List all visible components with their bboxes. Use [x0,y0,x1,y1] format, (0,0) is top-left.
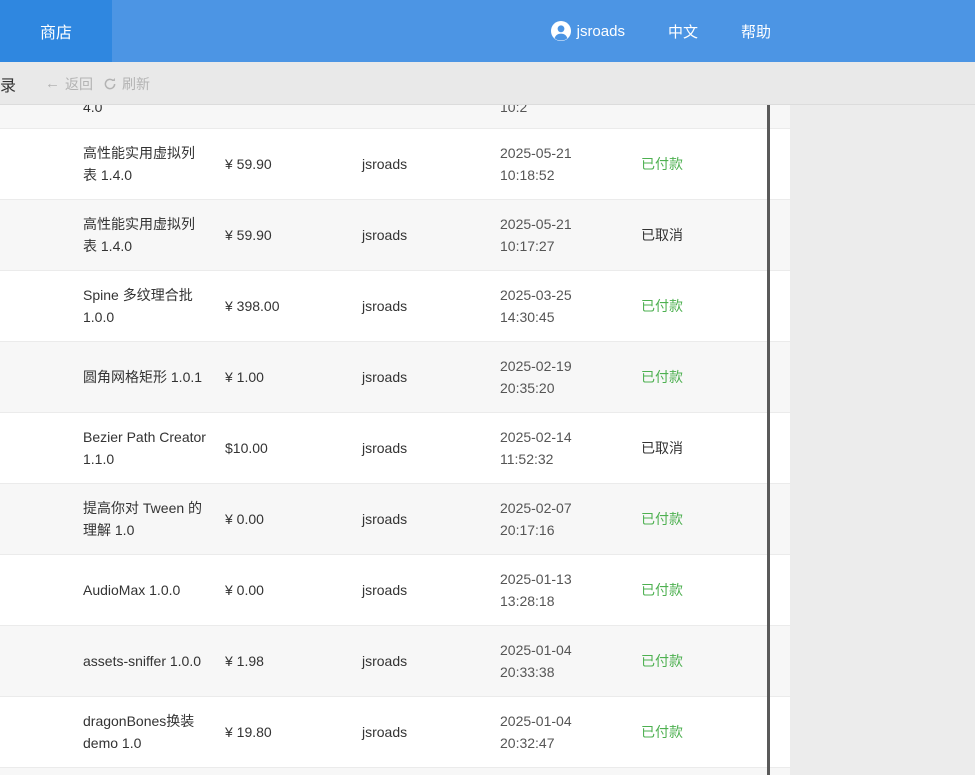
tab-store[interactable]: 商店 [0,0,112,62]
order-time: 20:17:16 [500,522,555,538]
user-name: jsroads [576,22,625,40]
order-price: ¥ 59.90 [225,156,272,172]
back-button-label: 返回 [65,75,93,92]
product-name: dragonBones换装 demo 1.0 [83,713,195,751]
table-row: 提高你对 Tween 的理解 1.0 ¥ 0.00 jsroads 2025-0… [0,484,790,555]
table-row: 圆角网格矩形 1.0.1 ¥ 1.00 jsroads 2025-02-19 2… [0,342,790,413]
user-menu[interactable]: jsroads [550,21,625,41]
order-user: jsroads [362,724,408,740]
order-price: $10.00 [225,440,268,456]
order-status-badge: 已取消 [641,227,683,243]
header-nav: jsroads 中文 帮助 [550,0,771,62]
refresh-icon [103,77,117,91]
order-time: 20:35:20 [500,380,555,396]
order-datetime: 2025-02-19 20:35:20 [500,355,610,399]
partial-bottom-row [0,768,790,775]
product-name: 高性能实用虚拟列表 1.4.0 [83,145,195,183]
order-date: 2025-05-21 [500,145,572,161]
product-name: AudioMax 1.0.0 [83,582,181,598]
table-row: Bezier Path Creator 1.1.0 $10.00 jsroads… [0,413,790,484]
purchase-record-title-fragment: 录 [0,77,17,95]
order-user: jsroads [362,227,408,243]
app-header: 商店 jsroads 中文 帮助 [0,0,975,62]
order-user: jsroads [362,582,408,598]
product-name: Spine 多纹理合批 1.0.0 [83,287,193,325]
partial-top-row: 4.0 10:2 [0,105,790,129]
order-date: 2025-05-21 [500,216,572,232]
order-price: ¥ 0.00 [225,582,264,598]
right-background [790,105,975,775]
language-switch[interactable]: 中文 [668,21,698,42]
vertical-scrollbar[interactable] [767,105,770,775]
partial-order-time: 10:2 [500,105,528,115]
help-label: 帮助 [740,23,771,41]
order-status-badge: 已取消 [641,440,683,456]
back-button[interactable]: ← 返回 [45,62,93,105]
help-link[interactable]: 帮助 [741,21,771,42]
table-row: 高性能实用虚拟列表 1.4.0 ¥ 59.90 jsroads 2025-05-… [0,129,790,200]
order-price: ¥ 19.80 [225,724,272,740]
refresh-button[interactable]: 刷新 [103,62,150,105]
order-date: 2025-01-13 [500,571,572,587]
order-status-badge: 已付款 [641,724,683,740]
store-tab-label: 商店 [39,25,72,42]
order-price: ¥ 59.90 [225,227,272,243]
order-user: jsroads [362,440,408,456]
user-avatar-icon [550,21,571,41]
order-time: 10:17:27 [500,238,555,254]
order-time: 20:33:38 [500,664,555,680]
order-date: 2025-01-04 [500,642,572,658]
order-datetime: 2025-01-04 20:32:47 [500,710,610,754]
order-date: 2025-01-04 [500,713,572,729]
order-time: 11:52:32 [500,451,554,467]
order-user: jsroads [362,369,408,385]
language-label: 中文 [667,23,698,41]
order-status-badge: 已付款 [641,156,683,172]
table-row: dragonBones换装 demo 1.0 ¥ 19.80 jsroads 2… [0,697,790,768]
product-name: 提高你对 Tween 的理解 1.0 [83,500,203,538]
order-datetime: 2025-01-04 20:33:38 [500,639,610,683]
order-time: 14:30:45 [500,309,555,325]
table-row: AudioMax 1.0.0 ¥ 0.00 jsroads 2025-01-13… [0,555,790,626]
order-status-badge: 已付款 [641,582,683,598]
order-price: ¥ 1.98 [225,653,264,669]
order-time: 20:32:47 [500,735,555,751]
order-user: jsroads [362,511,408,527]
refresh-button-label: 刷新 [122,75,150,92]
order-price: ¥ 0.00 [225,511,264,527]
product-name: assets-sniffer 1.0.0 [83,653,202,669]
order-datetime: 2025-05-21 10:17:27 [500,213,610,257]
order-date: 2025-03-25 [500,287,572,303]
order-date: 2025-02-19 [500,358,572,374]
order-user: jsroads [362,298,408,314]
order-status-badge: 已付款 [641,369,683,385]
order-datetime: 2025-05-21 10:18:52 [500,142,610,186]
partial-product-name: 4.0 [83,105,103,115]
order-user: jsroads [362,156,408,172]
order-status-badge: 已付款 [641,298,683,314]
order-datetime: 2025-02-07 20:17:16 [500,497,610,541]
order-time: 10:18:52 [500,167,555,183]
order-price: ¥ 1.00 [225,369,264,385]
toolbar: 录 ← 返回 刷新 [0,62,975,105]
order-datetime: 2025-02-14 11:52:32 [500,426,610,470]
orders-table: 高性能实用虚拟列表 1.4.0 ¥ 59.90 jsroads 2025-05-… [0,129,790,768]
order-status-badge: 已付款 [641,511,683,527]
product-name: 高性能实用虚拟列表 1.4.0 [83,216,195,254]
order-date: 2025-02-07 [500,500,572,516]
order-time: 13:28:18 [500,593,555,609]
order-date: 2025-02-14 [500,429,572,445]
orders-panel: 4.0 10:2 高性能实用虚拟列表 1.4.0 ¥ 59.90 jsroads… [0,105,790,775]
table-row: Spine 多纹理合批 1.0.0 ¥ 398.00 jsroads 2025-… [0,271,790,342]
order-user: jsroads [362,653,408,669]
order-status-badge: 已付款 [641,653,683,669]
table-row: assets-sniffer 1.0.0 ¥ 1.98 jsroads 2025… [0,626,790,697]
table-row: 高性能实用虚拟列表 1.4.0 ¥ 59.90 jsroads 2025-05-… [0,200,790,271]
order-datetime: 2025-03-25 14:30:45 [500,284,610,328]
product-name: Bezier Path Creator 1.1.0 [83,429,206,467]
back-arrow-icon: ← [45,75,60,92]
order-datetime: 2025-01-13 13:28:18 [500,568,610,612]
order-price: ¥ 398.00 [225,298,280,314]
product-name: 圆角网格矩形 1.0.1 [83,369,203,385]
